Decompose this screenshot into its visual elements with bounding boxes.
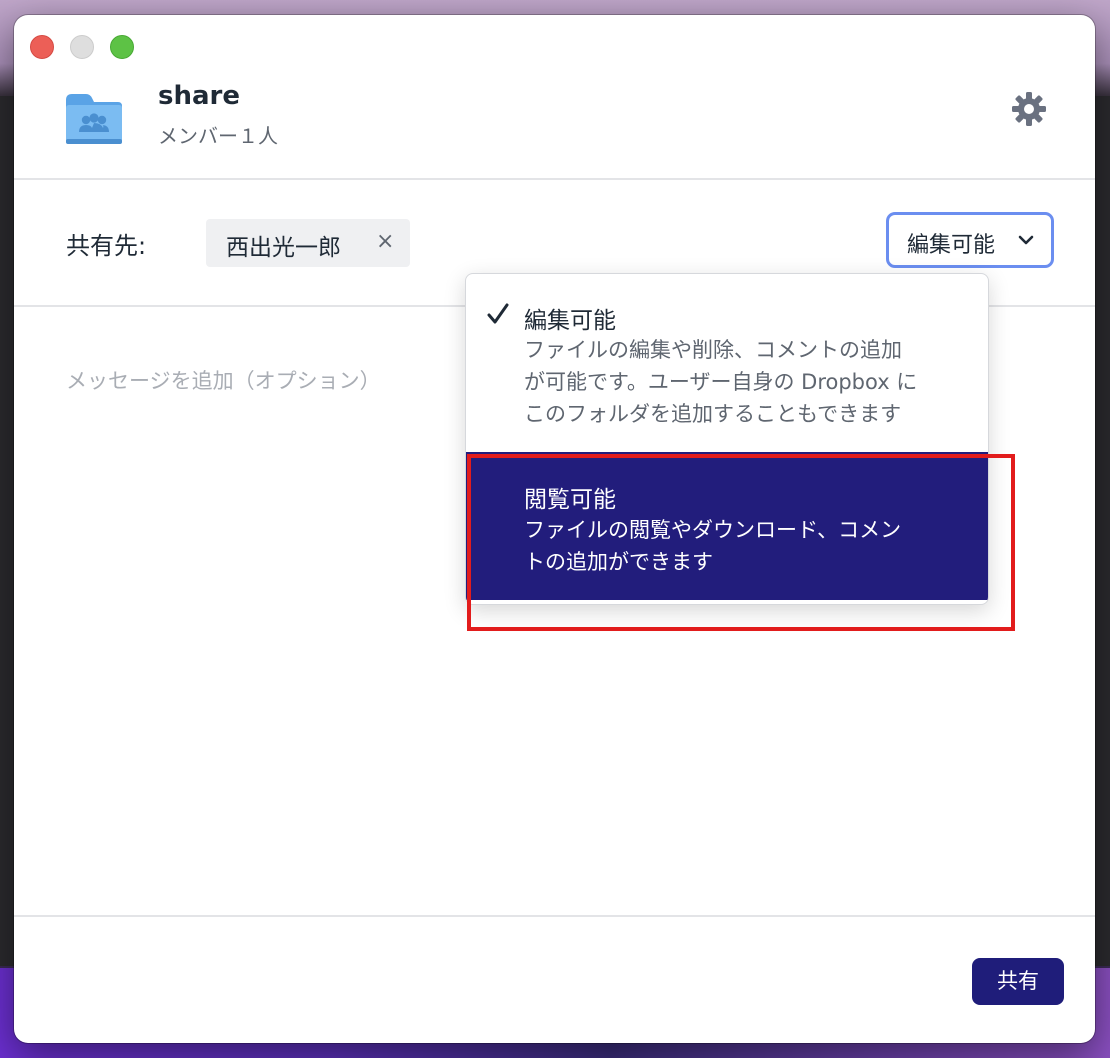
checkmark-icon [487,303,509,324]
menu-item-description: ファイルの編集や削除、コメントの追加 が可能です。ユーザー自身の Dropbox… [524,334,974,430]
desktop-background-left [0,96,14,966]
dialog-header: share メンバー１人 [14,15,1095,180]
recipient-name: 西出光一郎 [226,235,341,261]
permission-dropdown[interactable]: 編集可能 [886,212,1054,268]
shared-folder-icon [66,94,122,144]
footer-divider [14,915,1095,917]
menu-item-can-edit[interactable]: 編集可能 ファイルの編集や削除、コメントの追加 が可能です。ユーザー自身の Dr… [466,274,988,452]
recipient-chip: 西出光一郎 × [206,219,410,267]
member-count: メンバー１人 [158,124,278,148]
description-line: が可能です。ユーザー自身の Dropbox に [524,370,918,394]
remove-recipient-button[interactable]: × [376,229,394,254]
menu-item-title: 編集可能 [524,308,616,334]
permission-dropdown-value: 編集可能 [907,233,996,258]
description-line: ファイルの編集や削除、コメントの追加 [524,338,902,362]
chevron-down-icon [1018,235,1034,245]
description-line: このフォルダを追加することもできます [524,402,902,426]
folder-title: share [158,81,240,111]
desktop-background-right [1094,96,1110,966]
share-to-label: 共有先: [66,232,147,260]
annotation-highlight-box [467,454,1015,631]
gear-icon[interactable] [1011,91,1047,127]
message-input[interactable]: メッセージを追加（オプション） [66,365,381,395]
share-button[interactable]: 共有 [972,958,1064,1005]
